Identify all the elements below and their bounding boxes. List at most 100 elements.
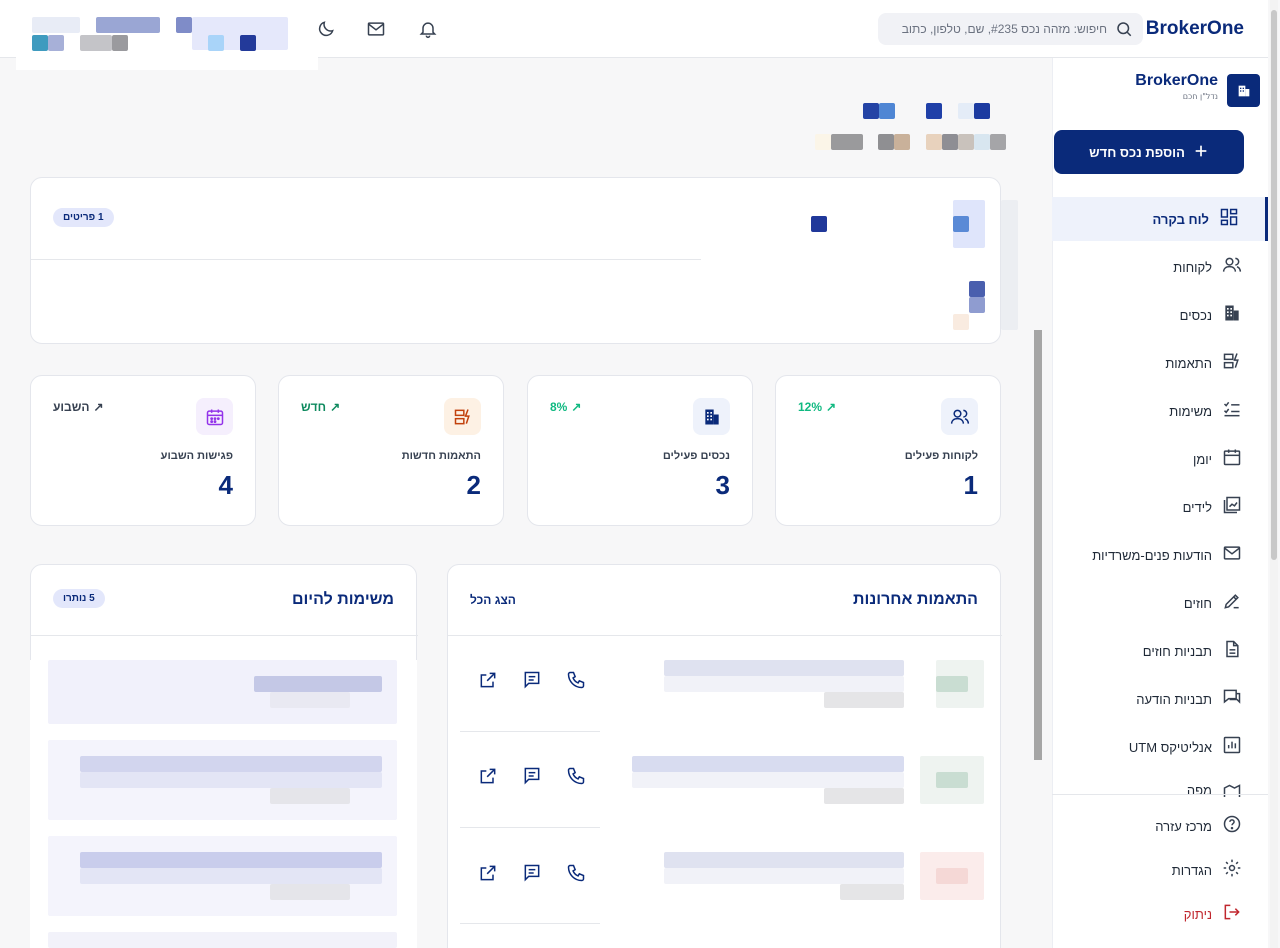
stat-value: 4 xyxy=(218,470,233,500)
sidebar-item-label: לידים xyxy=(1182,499,1212,515)
sidebar-item-label: חוזים xyxy=(1183,595,1212,611)
trend-indicator: 12% ↗ xyxy=(798,400,836,414)
sidebar-item-help[interactable]: מרכז עזרה xyxy=(1052,804,1268,848)
search-icon xyxy=(1115,20,1133,42)
sidebar-item-label: לקוחות xyxy=(1173,259,1212,275)
stat-label: לקוחות פעילים xyxy=(904,450,978,462)
stat-value: 3 xyxy=(715,470,730,500)
leads-icon xyxy=(1222,495,1242,519)
stat-card-active-clients[interactable]: 12% ↗ לקוחות פעילים 1 xyxy=(775,375,1001,526)
match-icon xyxy=(444,398,481,435)
sidebar-item-leads[interactable]: לידים xyxy=(1052,485,1268,529)
stat-label: התאמות חדשות xyxy=(401,450,481,462)
stat-value: 1 xyxy=(963,470,978,500)
sidebar-item-office-messages[interactable]: הודעות פנים-משרדיות xyxy=(1052,533,1268,577)
phone-icon[interactable] xyxy=(566,863,586,887)
sidebar-item-utm-analytics[interactable]: אנליטיקס UTM xyxy=(1052,725,1268,769)
matches-list xyxy=(460,660,1000,925)
row-divider xyxy=(460,731,600,732)
show-all-link[interactable]: הצג הכל xyxy=(470,593,516,607)
sidebar-item-settings[interactable]: הגדרות xyxy=(1052,848,1268,892)
items-count-badge: 1 פריטים xyxy=(53,208,114,227)
sidebar-item-clients[interactable]: לקוחות xyxy=(1052,245,1268,289)
trend-up-icon: ↗ xyxy=(93,400,104,414)
scrollbar-thumb[interactable] xyxy=(1271,10,1277,560)
sidebar-item-label: הגדרות xyxy=(1171,862,1212,878)
pen-icon xyxy=(1222,591,1242,615)
message-icon[interactable] xyxy=(522,670,542,694)
help-icon xyxy=(1222,814,1242,838)
content-scrollbar[interactable] xyxy=(1034,330,1042,760)
bell-icon[interactable] xyxy=(418,19,438,43)
logout-icon xyxy=(1222,902,1242,926)
sidebar-item-dashboard[interactable]: לוח בקרה xyxy=(1052,197,1268,241)
match-icon xyxy=(1222,351,1242,375)
remaining-badge: 5 נותרו xyxy=(53,589,105,608)
add-property-button[interactable]: הוספת נכס חדש xyxy=(1054,130,1244,174)
trend-up-icon: ↗ xyxy=(330,400,341,414)
sidebar-brand-tagline: נדל"ן חכם xyxy=(1182,92,1218,101)
trend-up-icon: ↗ xyxy=(826,400,837,414)
sidebar-item-label: תבניות חוזים xyxy=(1142,643,1212,659)
stat-card-new-matches[interactable]: חדש ↗ התאמות חדשות 2 xyxy=(278,375,504,526)
phone-icon[interactable] xyxy=(566,766,586,790)
stat-card-active-properties[interactable]: 8% ↗ נכסים פעילים 3 xyxy=(527,375,753,526)
task-item-redacted[interactable] xyxy=(48,932,397,948)
today-tasks-title: משימות להיום xyxy=(291,591,394,608)
sidebar-item-label: אנליטיקס UTM xyxy=(1128,739,1212,755)
sidebar-divider xyxy=(1052,794,1268,795)
trend-up-icon: ↗ xyxy=(571,400,582,414)
users-icon xyxy=(1222,255,1242,279)
trend-value: 12% xyxy=(798,400,823,414)
sidebar-item-logout[interactable]: ניתוק xyxy=(1052,892,1268,936)
trend-indicator: 8% ↗ xyxy=(550,400,581,414)
mail-icon xyxy=(1222,543,1242,567)
stat-label: פגישות השבוע xyxy=(160,450,233,462)
brand-logo-text[interactable]: BrokerOne xyxy=(1146,18,1244,40)
open-external-icon[interactable] xyxy=(478,863,498,887)
card-divider xyxy=(448,635,1002,636)
sidebar-item-calendar[interactable]: יומן xyxy=(1052,437,1268,481)
trend-value: השבוע xyxy=(53,400,90,414)
gear-icon xyxy=(1222,858,1242,882)
mail-icon[interactable] xyxy=(366,19,386,43)
sidebar: BrokerOne נדל"ן חכם הוספת נכס חדש לוח בק… xyxy=(1052,58,1268,948)
phone-icon[interactable] xyxy=(566,670,586,694)
user-profile-area[interactable] xyxy=(16,0,318,70)
page-scrollbar[interactable] xyxy=(1270,0,1278,948)
sidebar-brand: BrokerOne נדל"ן חכם xyxy=(1135,72,1218,101)
stat-card-weekly-meetings[interactable]: השבוע ↗ פגישות השבוע 4 xyxy=(30,375,256,526)
sidebar-item-tasks[interactable]: משימות xyxy=(1052,389,1268,433)
sidebar-item-properties[interactable]: נכסים xyxy=(1052,293,1268,337)
analytics-icon xyxy=(1222,735,1242,759)
open-external-icon[interactable] xyxy=(478,670,498,694)
building-logo-icon xyxy=(1227,74,1260,107)
sidebar-item-label: ניתוק xyxy=(1183,906,1212,922)
sidebar-item-label: משימות xyxy=(1169,403,1212,419)
sidebar-item-contracts[interactable]: חוזים xyxy=(1052,581,1268,625)
moon-icon[interactable] xyxy=(316,19,336,43)
trend-indicator: השבוע ↗ xyxy=(53,400,104,414)
sidebar-item-label: מרכז עזרה xyxy=(1155,818,1212,834)
search-input[interactable]: חיפוש: מזהה נכס #235, שם, טלפון, כתוב xyxy=(878,13,1143,45)
stat-label: נכסים פעילים xyxy=(662,450,730,462)
recent-matches-title: התאמות אחרונות xyxy=(853,591,978,608)
sidebar-item-label: התאמות xyxy=(1165,355,1212,371)
sidebar-item-contract-templates[interactable]: תבניות חוזים xyxy=(1052,629,1268,673)
checklist-icon xyxy=(1222,399,1242,423)
add-property-label: הוספת נכס חדש xyxy=(1089,144,1185,160)
alerts-card: 1 פריטים xyxy=(30,177,1001,344)
sidebar-item-matches[interactable]: התאמות xyxy=(1052,341,1268,385)
sidebar-item-label: לוח בקרה xyxy=(1152,211,1209,227)
calendar-icon xyxy=(1222,447,1242,471)
chat-icon xyxy=(1222,687,1242,711)
message-icon[interactable] xyxy=(522,766,542,790)
tasks-list xyxy=(30,660,417,948)
building-icon xyxy=(693,398,730,435)
sidebar-item-message-templates[interactable]: תבניות הודעה xyxy=(1052,677,1268,721)
open-external-icon[interactable] xyxy=(478,766,498,790)
stat-value: 2 xyxy=(466,470,481,500)
users-icon xyxy=(941,398,978,435)
plus-icon xyxy=(1193,143,1209,162)
message-icon[interactable] xyxy=(522,863,542,887)
